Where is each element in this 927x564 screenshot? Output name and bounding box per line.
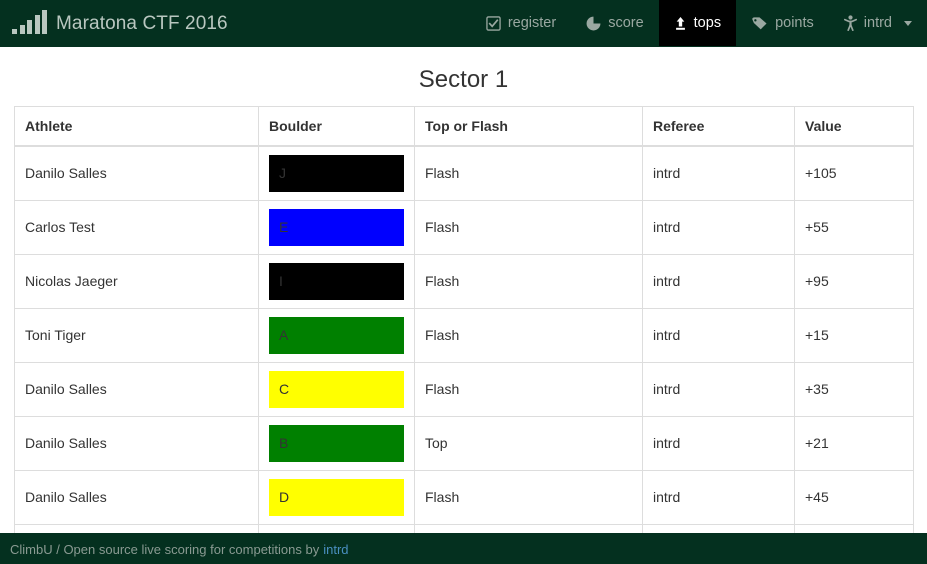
nav-menu: register score tops points intrd (471, 0, 927, 46)
nav-item-label: intrd (863, 15, 892, 31)
nav-item-label: points (775, 15, 814, 31)
cell-referee: intrd (642, 415, 795, 471)
boulder-color-swatch: A (269, 316, 404, 354)
cell-top-or-flash: Flash (414, 145, 643, 201)
nav-item-points[interactable]: points (736, 0, 829, 46)
cell-boulder: I (258, 253, 415, 309)
cell-referee: intrd (642, 307, 795, 363)
cell-value: +21 (794, 415, 914, 471)
cell-value: +105 (794, 145, 914, 201)
cell-referee: intrd (642, 253, 795, 309)
cell-top-or-flash: Flash (414, 199, 643, 255)
table-row: Danilo Salles D Flash intrd +45 (14, 469, 914, 525)
person-icon (843, 15, 857, 31)
cell-athlete: Danilo Salles (14, 415, 259, 471)
boulder-color-swatch: I (269, 262, 404, 300)
cell-referee: intrd (642, 145, 795, 201)
column-header-athlete: Athlete (14, 106, 259, 147)
nav-item-register[interactable]: register (471, 0, 571, 46)
boulder-color-swatch: C (269, 370, 404, 408)
cell-top-or-flash: Top (414, 415, 643, 471)
cell-boulder: A (258, 307, 415, 363)
cell-boulder: E (258, 199, 415, 255)
table-row: Carlos Test E Flash intrd +55 (14, 199, 914, 255)
tag-icon (751, 16, 768, 31)
check-square-icon (486, 15, 501, 31)
cell-boulder: J (258, 145, 415, 201)
pie-chart-icon (586, 16, 601, 31)
boulder-color-swatch: D (269, 478, 404, 516)
table-row: Toni Tiger A Flash intrd +15 (14, 307, 914, 363)
nav-item-intrd[interactable]: intrd (829, 0, 927, 46)
nav-item-label: score (608, 15, 644, 31)
cell-athlete: Toni Tiger (14, 307, 259, 363)
nav-item-score[interactable]: score (571, 0, 658, 46)
cell-athlete: Danilo Salles (14, 145, 259, 201)
boulder-color-swatch: E (269, 208, 404, 246)
cell-referee: intrd (642, 469, 795, 525)
footer-author-link[interactable]: intrd (323, 542, 348, 557)
cell-top-or-flash: Flash (414, 307, 643, 363)
cell-value: +15 (794, 307, 914, 363)
tops-table: Athlete Boulder Top or Flash Referee Val… (14, 106, 914, 564)
upload-icon (674, 16, 687, 31)
navbar: Maratona CTF 2016 register score tops po… (0, 0, 927, 47)
table-row: Danilo Salles C Flash intrd +35 (14, 361, 914, 417)
nav-item-tops[interactable]: tops (658, 0, 737, 46)
page-title: Sector 1 (418, 66, 509, 93)
column-header-value: Value (794, 106, 914, 147)
cell-referee: intrd (642, 199, 795, 255)
table-row: Nicolas Jaeger I Flash intrd +95 (14, 253, 914, 309)
cell-athlete: Carlos Test (14, 199, 259, 255)
boulder-color-swatch: J (269, 154, 404, 192)
main-content: Sector 1 Athlete Boulder Top or Flash Re… (0, 66, 927, 564)
brand-title: Maratona CTF 2016 (56, 12, 228, 34)
table-body: Danilo Salles J Flash intrd +105 Carlos Test E… (14, 145, 914, 564)
column-header-top-or-flash: Top or Flash (414, 106, 643, 147)
cell-value: +45 (794, 469, 914, 525)
cell-boulder: B (258, 415, 415, 471)
cell-boulder: C (258, 361, 415, 417)
column-header-referee: Referee (642, 106, 795, 147)
cell-athlete: Danilo Salles (14, 361, 259, 417)
footer-text: ClimbU / Open source live scoring for co… (10, 541, 320, 557)
cell-value: +35 (794, 361, 914, 417)
table-header-row: Athlete Boulder Top or Flash Referee Val… (14, 106, 914, 147)
bar-chart-icon (12, 10, 47, 35)
cell-value: +55 (794, 199, 914, 255)
cell-athlete: Danilo Salles (14, 469, 259, 525)
cell-athlete: Nicolas Jaeger (14, 253, 259, 309)
boulder-color-swatch: B (269, 424, 404, 462)
cell-referee: intrd (642, 361, 795, 417)
cell-value: +95 (794, 253, 914, 309)
brand-link[interactable]: Maratona CTF 2016 (0, 0, 228, 46)
table-header: Athlete Boulder Top or Flash Referee Val… (14, 106, 914, 147)
nav-item-label: tops (693, 15, 722, 31)
cell-top-or-flash: Flash (414, 253, 643, 309)
table-row: Danilo Salles J Flash intrd +105 (14, 145, 914, 201)
column-header-boulder: Boulder (258, 106, 415, 147)
cell-boulder: D (258, 469, 415, 525)
chevron-down-icon (904, 20, 912, 26)
footer: ClimbU / Open source live scoring for co… (0, 533, 927, 564)
nav-item-label: register (507, 15, 557, 31)
cell-top-or-flash: Flash (414, 469, 643, 525)
cell-top-or-flash: Flash (414, 361, 643, 417)
table-row: Danilo Salles B Top intrd +21 (14, 415, 914, 471)
